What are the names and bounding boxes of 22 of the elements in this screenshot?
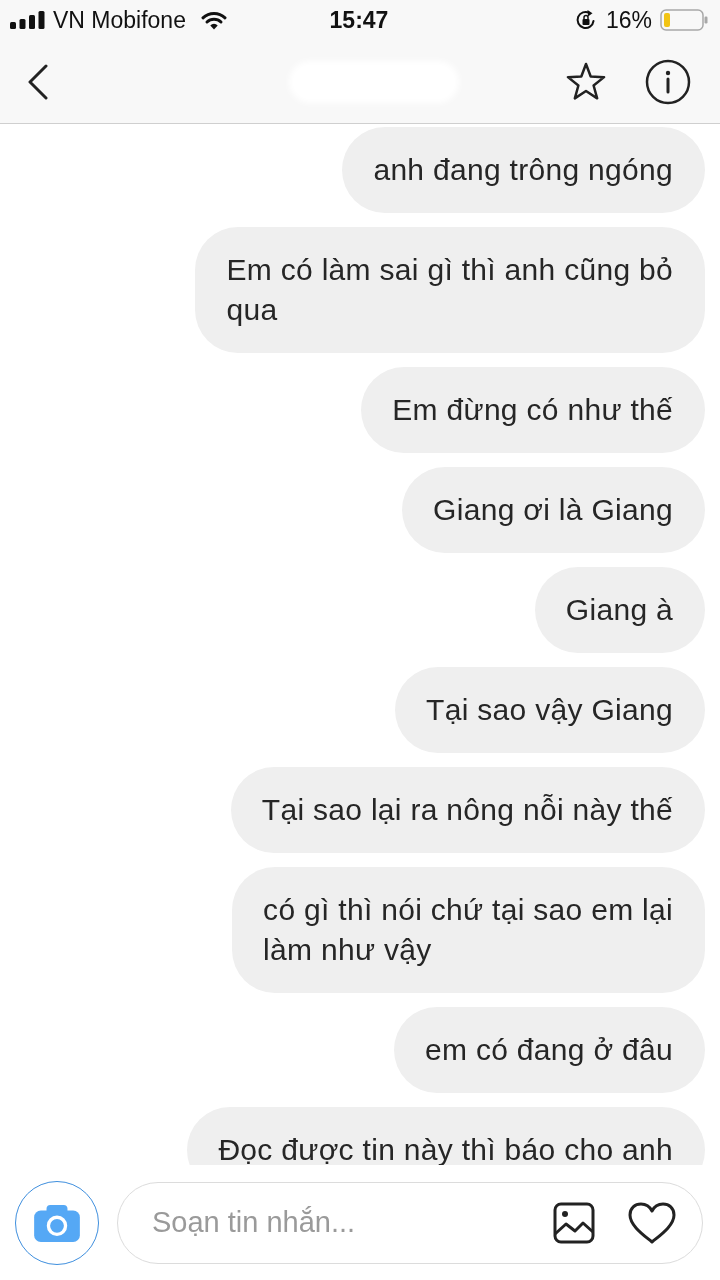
camera-icon	[33, 1202, 81, 1243]
message-bubble: Tại sao vậy Giang	[395, 667, 705, 753]
star-icon[interactable]	[565, 61, 607, 102]
carrier-name: VN Mobifone	[53, 6, 186, 34]
heart-icon[interactable]	[627, 1200, 677, 1245]
message-bubble: Em có làm sai gì thì anh cũng bỏ qua	[195, 227, 705, 353]
message-bubble: Giang à	[534, 567, 705, 653]
message-bubble: Giang ơi là Giang	[402, 467, 705, 553]
message-bubble: Tại sao lại ra nông nỗi này thế	[230, 767, 705, 853]
battery-percent: 16%	[605, 6, 652, 34]
back-icon[interactable]	[27, 63, 49, 100]
message-input[interactable]: Soạn tin nhắn...	[117, 1181, 703, 1264]
signal-icon	[10, 11, 46, 29]
message-bubble: có gì thì nói chứ tại sao em lại làm như vậy	[232, 867, 705, 993]
message-bubble: em có đang ở đâu	[394, 1007, 705, 1093]
info-icon[interactable]	[645, 58, 691, 105]
message-bubble: anh đang trông ngóng	[342, 127, 705, 213]
message-bubble: Em đừng có như thế	[361, 367, 705, 453]
clock-time: 15:47	[329, 6, 389, 34]
battery-icon	[660, 9, 708, 31]
gallery-icon[interactable]	[553, 1201, 595, 1244]
wifi-icon	[200, 10, 227, 30]
